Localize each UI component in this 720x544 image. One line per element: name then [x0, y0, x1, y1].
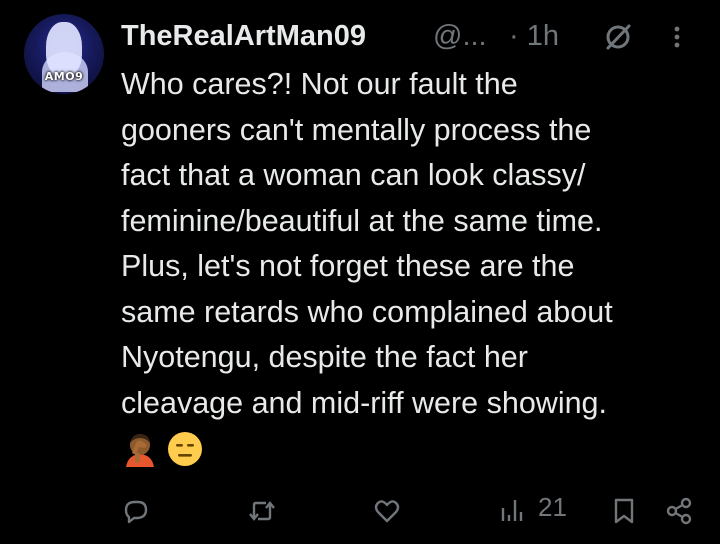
tweet-text: Who cares?! Not our fault the gooners can… — [121, 62, 711, 426]
facepalm-emoji — [126, 434, 154, 467]
avatar-figure-head — [46, 22, 82, 76]
heart-icon — [374, 500, 400, 523]
reply-button[interactable] — [121, 496, 151, 526]
tweet-header: TheRealArtMan09 @... · 1h — [121, 16, 711, 60]
repost-icon — [249, 501, 275, 521]
share-button[interactable] — [664, 496, 694, 526]
tweet-text-line: feminine/beautiful at the same time. — [121, 203, 603, 238]
user-handle[interactable]: @... — [433, 20, 487, 53]
tweet-text-line: Plus, let's not forget these are the — [121, 249, 575, 283]
tweet-text-line: cleavage and mid-riff were showing. — [121, 385, 607, 420]
reply-icon — [124, 500, 148, 524]
display-name[interactable]: TheRealArtMan09 — [121, 20, 366, 53]
tweet-text-line: Who cares?! Not our fault the — [121, 67, 518, 101]
grok-icon[interactable] — [603, 22, 633, 52]
bookmark-button[interactable] — [610, 496, 638, 526]
avatar[interactable]: AMO9 — [24, 14, 104, 94]
tweet-actions: 21 — [0, 488, 720, 532]
bookmark-icon — [614, 498, 634, 524]
avatar-logo-text: AMO9 — [44, 70, 84, 83]
like-button[interactable] — [372, 496, 402, 526]
views-count: 21 — [538, 492, 567, 522]
timestamp[interactable]: · 1h — [509, 20, 559, 53]
tweet-text-line: Nyotengu, despite the fact her — [121, 340, 528, 374]
views-icon — [501, 500, 523, 521]
repost-button[interactable] — [246, 496, 278, 526]
share-icon — [666, 497, 692, 525]
tweet-text-line: same retards who complained about — [121, 294, 613, 329]
more-options-icon[interactable] — [667, 22, 687, 52]
expressionless-face-emoji — [168, 432, 203, 466]
tweet-text-line: gooners can't mentally process the — [121, 112, 592, 147]
tweet-text-line: fact that a woman can look classy/ — [121, 158, 586, 192]
emoji-row — [122, 431, 207, 471]
